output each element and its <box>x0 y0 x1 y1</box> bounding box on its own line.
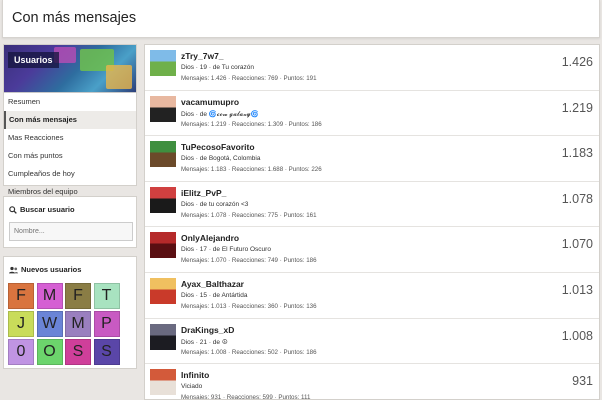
sidebar-item-3[interactable]: Con más puntos <box>4 147 136 165</box>
banner-art-b <box>106 65 132 89</box>
member-stats: Mensajes: 1.070 · Reacciones: 749 · Punt… <box>181 257 317 265</box>
member-name-link[interactable]: Infinito <box>181 370 209 380</box>
nav-banner: Usuarios <box>4 45 136 93</box>
member-row: OnlyAlejandro Dios · 17 · de El Futuro Os… <box>145 227 599 273</box>
member-info: Dios · de 🌀𝓬𝓸𝔀 𝓰𝓪𝓵𝓪𝔁𝔂🌀 <box>181 110 259 118</box>
new-users-block: Nuevos usuarios FMFTJWMP0OSS <box>3 256 137 369</box>
avatar[interactable] <box>150 50 176 76</box>
member-name-link[interactable]: vacamumupro <box>181 97 239 107</box>
search-input[interactable] <box>9 222 133 241</box>
message-count: 1.008 <box>561 328 593 343</box>
new-user-avatar[interactable]: J <box>8 311 34 337</box>
member-info: Dios · 17 · de El Futuro Oscuro <box>181 246 271 254</box>
search-icon <box>9 205 17 214</box>
avatar[interactable] <box>150 232 176 259</box>
page-title: Con más mensajes <box>12 10 137 26</box>
member-info: Dios · 15 · de Antártida <box>181 291 248 299</box>
new-user-avatar[interactable]: T <box>93 283 120 309</box>
new-user-avatar[interactable]: M <box>65 311 91 337</box>
member-stats: Mensajes: 1.183 · Reacciones: 1.688 · Pu… <box>181 166 322 174</box>
message-count: 931 <box>572 374 593 389</box>
page-header: Con más mensajes <box>2 0 600 38</box>
message-count: 1.013 <box>561 282 593 297</box>
member-stats: Mensajes: 1.078 · Reacciones: 775 · Punt… <box>181 211 317 219</box>
member-name-link[interactable]: DraKings_xD <box>181 325 234 335</box>
member-info: Viciado <box>181 383 203 391</box>
new-user-avatar[interactable]: F <box>8 283 34 309</box>
member-row: iElitz_PvP_ Dios · de tu corazón <3 Mensaj… <box>145 182 599 228</box>
avatar[interactable] <box>150 95 176 122</box>
sidebar-item-1[interactable]: Con más mensajes <box>4 111 136 129</box>
member-stats: Mensajes: 1.013 · Reacciones: 360 · Punt… <box>181 302 317 310</box>
member-info: Dios · de tu corazón <3 <box>181 200 249 208</box>
new-user-avatar[interactable]: 0 <box>8 339 34 365</box>
member-name-link[interactable]: zTry_7w7_ <box>181 51 224 61</box>
member-row: Ayax_Balthazar Dios · 15 · de Antártida Me… <box>145 273 599 319</box>
member-row: Infinito Viciado Mensajes: 931 · Reaccione… <box>145 364 599 400</box>
member-name-link[interactable]: iElitz_PvP_ <box>181 188 226 198</box>
message-count: 1.078 <box>561 191 593 206</box>
message-count: 1.070 <box>561 237 593 252</box>
message-count: 1.219 <box>561 100 593 115</box>
member-stats: Mensajes: 931 · Reacciones: 599 · Puntos… <box>181 394 311 400</box>
member-row: DraKings_xD Dios · 21 · de ☮ Mensajes: 1.0… <box>145 319 599 365</box>
avatar[interactable] <box>150 141 176 168</box>
member-row: zTry_7w7_ Dios · 19 · de Tu corazón Mensaj… <box>145 45 599 91</box>
member-name-link[interactable]: Ayax_Balthazar <box>181 279 244 289</box>
search-title-label: Buscar usuario <box>20 205 75 214</box>
search-block: Buscar usuario <box>3 196 137 248</box>
avatar[interactable] <box>150 323 176 350</box>
new-user-avatar[interactable]: F <box>65 283 91 309</box>
search-title: Buscar usuario <box>9 205 75 214</box>
member-info: Dios · 19 · de Tu corazón <box>181 64 254 71</box>
new-user-avatar[interactable]: P <box>93 311 120 337</box>
member-name-link[interactable]: TuPecosoFavorito <box>181 142 255 152</box>
message-count: 1.183 <box>561 146 593 161</box>
member-row: TuPecosoFavorito Dios · de Bogotá, Colomb… <box>145 136 599 182</box>
new-users-title-label: Nuevos usuarios <box>21 265 82 274</box>
sidebar-item-0[interactable]: Resumen <box>4 93 136 111</box>
new-user-avatar[interactable]: O <box>36 339 63 365</box>
new-users-grid: FMFTJWMP0OSS <box>8 283 120 365</box>
sidebar-item-2[interactable]: Mas Reacciones <box>4 129 136 147</box>
new-user-avatar[interactable]: W <box>36 311 63 337</box>
member-list: zTry_7w7_ Dios · 19 · de Tu corazón Mensaj… <box>144 44 600 400</box>
member-info: Dios · 21 · de ☮ <box>181 338 228 346</box>
member-stats: Mensajes: 1.426 · Reacciones: 769 · Punt… <box>181 75 317 82</box>
avatar[interactable] <box>150 186 176 213</box>
new-user-avatar[interactable]: M <box>36 283 63 309</box>
sidebar-item-4[interactable]: Cumpleaños de hoy <box>4 165 136 183</box>
nav-list: Resumen Con más mensajes Mas Reacciones Con… <box>4 93 136 201</box>
member-name-link[interactable]: OnlyAlejandro <box>181 233 239 243</box>
new-users-title: Nuevos usuarios <box>9 265 81 274</box>
avatar[interactable] <box>150 277 176 304</box>
member-stats: Mensajes: 1.008 · Reacciones: 502 · Punt… <box>181 348 317 356</box>
avatar[interactable] <box>150 369 176 396</box>
message-count: 1.426 <box>561 55 593 69</box>
member-row: vacamumupro Dios · de 🌀𝓬𝓸𝔀 𝓰𝓪𝓵𝓪𝔁𝔂🌀 Mensaje… <box>145 91 599 137</box>
nav-title: Usuarios <box>8 52 59 68</box>
member-stats: Mensajes: 1.219 · Reacciones: 1.309 · Pu… <box>181 120 322 128</box>
new-user-avatar[interactable]: S <box>65 339 91 365</box>
users-icon <box>9 266 18 273</box>
member-info: Dios · de Bogotá, Colombia <box>181 155 261 163</box>
sidebar-nav: Usuarios Resumen Con más mensajes Mas Reac… <box>3 44 137 196</box>
new-user-avatar[interactable]: S <box>93 339 120 365</box>
